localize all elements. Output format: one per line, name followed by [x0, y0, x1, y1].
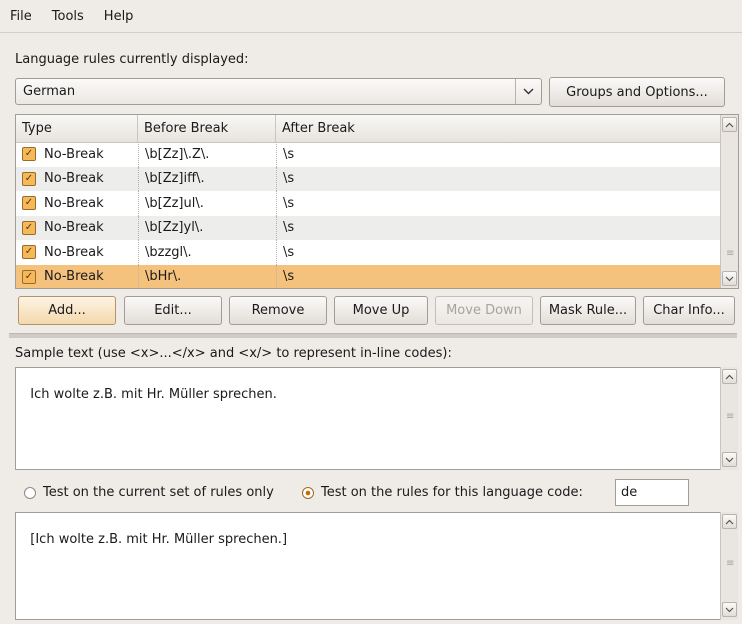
- checkbox[interactable]: ✓: [22, 171, 36, 186]
- type-cell: ✓ No-Break: [16, 191, 138, 216]
- after-break-cell: \s: [276, 264, 721, 288]
- menubar-separator: [0, 32, 742, 33]
- before-break-cell: \b[Zz]yl\.: [138, 215, 276, 240]
- type-text: No-Break: [44, 146, 104, 162]
- table-row[interactable]: ✓ No-Break \b[Zz]ul\. \s: [16, 191, 721, 216]
- radio-current-rules[interactable]: Test on the current set of rules only: [24, 485, 274, 500]
- scroll-up-icon[interactable]: [722, 117, 737, 132]
- checkbox[interactable]: ✓: [22, 147, 36, 162]
- radio-current-rules-button[interactable]: [24, 486, 36, 499]
- before-break-cell: \b[Zz]\.Z\.: [138, 142, 276, 167]
- table-header: Type Before Break After Break: [16, 115, 721, 143]
- scroll-down-icon[interactable]: [722, 602, 737, 617]
- type-cell: ✓ No-Break: [16, 265, 138, 289]
- menu-help[interactable]: Help: [102, 7, 136, 26]
- radio-language-code[interactable]: Test on the rules for this language code…: [302, 485, 583, 500]
- result-text-area[interactable]: [Ich wolte z.B. mit Hr. Müller sprechen.…: [15, 512, 738, 620]
- table-scrollbar[interactable]: ≡: [720, 115, 738, 288]
- table-row[interactable]: ✓ No-Break \b[Zz]\.Z\. \s: [16, 142, 721, 167]
- chevron-down-icon[interactable]: [515, 79, 541, 104]
- result-text: [Ich wolte z.B. mit Hr. Müller sprechen.…: [30, 532, 288, 547]
- checkbox[interactable]: ✓: [22, 269, 36, 284]
- menu-help-label: Help: [103, 8, 134, 24]
- scroll-grip-icon: ≡: [726, 248, 735, 259]
- sample-text-label: Sample text (use <x>...</x> and <x/> to …: [15, 346, 452, 361]
- before-break-cell: \b[Zz]ul\.: [138, 191, 276, 216]
- after-break-cell: \s: [276, 240, 721, 265]
- type-cell: ✓ No-Break: [16, 167, 138, 192]
- after-break-cell: \s: [276, 191, 721, 216]
- menubar: File Tools Help: [0, 0, 742, 32]
- header-before-break[interactable]: Before Break: [138, 115, 276, 142]
- add-button[interactable]: Add...: [18, 296, 116, 325]
- sample-text: Ich wolte z.B. mit Hr. Müller sprechen.: [30, 387, 277, 402]
- after-break-cell: \s: [276, 166, 721, 191]
- language-select-value: German: [23, 84, 76, 99]
- before-break-cell: \bHr\.: [138, 264, 276, 288]
- type-text: No-Break: [44, 195, 104, 211]
- menu-tools-label: Tools: [51, 8, 84, 24]
- before-break-cell: \bzzgl\.: [138, 240, 276, 265]
- edit-button[interactable]: Edit...: [124, 296, 222, 325]
- scroll-up-icon[interactable]: [722, 369, 737, 384]
- scroll-up-icon[interactable]: [722, 514, 737, 529]
- radio-language-code-button[interactable]: [302, 486, 314, 499]
- rules-label: Language rules currently displayed:: [15, 52, 249, 67]
- type-text: No-Break: [44, 171, 104, 187]
- checkbox[interactable]: ✓: [22, 220, 36, 235]
- menu-tools[interactable]: Tools: [50, 7, 86, 26]
- table-row[interactable]: ✓ No-Break \b[Zz]yl\. \s: [16, 215, 721, 241]
- move-down-button[interactable]: Move Down: [435, 296, 533, 325]
- header-after-break[interactable]: After Break: [276, 115, 721, 142]
- checkbox[interactable]: ✓: [22, 196, 36, 211]
- sample-scrollbar[interactable]: ≡: [720, 367, 738, 470]
- radio-current-rules-label: Test on the current set of rules only: [43, 485, 274, 500]
- pane-divider[interactable]: [9, 333, 737, 338]
- move-up-button[interactable]: Move Up: [334, 296, 428, 325]
- scroll-grip-icon: ≡: [726, 411, 735, 422]
- type-text: No-Break: [44, 269, 104, 285]
- table-row-selected[interactable]: ✓ No-Break \bHr\. \s: [16, 264, 721, 289]
- type-cell: ✓ No-Break: [16, 240, 138, 265]
- before-break-cell: \b[Zz]iff\.: [138, 166, 276, 191]
- result-scrollbar[interactable]: ≡: [720, 512, 738, 620]
- radio-language-code-label: Test on the rules for this language code…: [321, 485, 583, 500]
- scroll-down-icon[interactable]: [722, 452, 737, 467]
- sample-text-area[interactable]: Ich wolte z.B. mit Hr. Müller sprechen. …: [15, 367, 738, 470]
- groups-and-options-button[interactable]: Groups and Options...: [549, 77, 725, 107]
- type-text: No-Break: [44, 220, 104, 236]
- table-row[interactable]: ✓ No-Break \bzzgl\. \s: [16, 240, 721, 265]
- rules-table: Type Before Break After Break ✓ No-Break …: [15, 114, 739, 289]
- table-rows: ✓ No-Break \b[Zz]\.Z\. \s ✓ No-Break \b[Zz…: [16, 142, 721, 289]
- scroll-down-icon[interactable]: [722, 271, 737, 286]
- menu-file-label: File: [10, 8, 32, 24]
- mask-rule-button[interactable]: Mask Rule...: [540, 296, 636, 325]
- table-row[interactable]: ✓ No-Break \b[Zz]iff\. \s: [16, 166, 721, 192]
- language-select[interactable]: German: [15, 78, 542, 105]
- scroll-grip-icon: ≡: [726, 558, 735, 569]
- type-text: No-Break: [44, 244, 104, 260]
- char-info-button[interactable]: Char Info...: [643, 296, 735, 325]
- language-code-input[interactable]: de: [615, 479, 689, 506]
- type-cell: ✓ No-Break: [16, 142, 138, 167]
- checkbox[interactable]: ✓: [22, 245, 36, 260]
- type-cell: ✓ No-Break: [16, 216, 138, 241]
- menu-file[interactable]: File: [8, 7, 34, 26]
- after-break-cell: \s: [276, 215, 721, 240]
- remove-button[interactable]: Remove: [229, 296, 327, 325]
- header-type[interactable]: Type: [16, 115, 138, 142]
- after-break-cell: \s: [276, 142, 721, 167]
